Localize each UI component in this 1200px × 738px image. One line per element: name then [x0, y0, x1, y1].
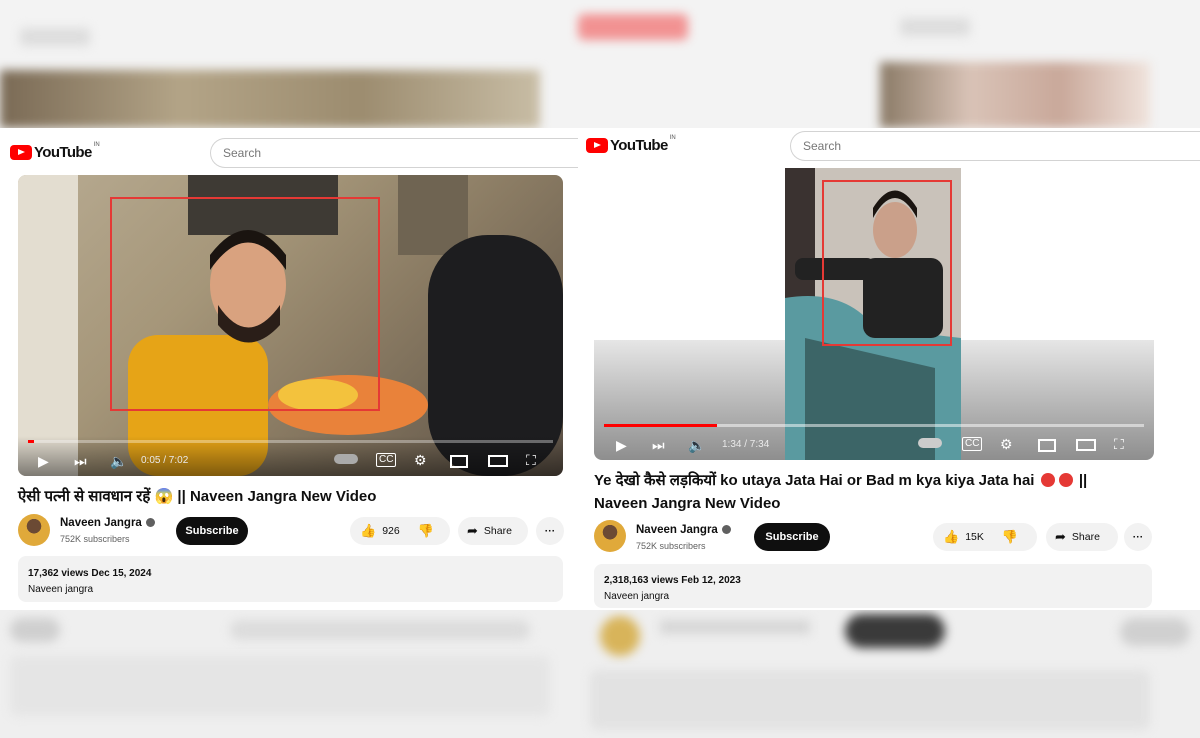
youtube-play-icon: [10, 145, 32, 160]
cc-icon[interactable]: CC: [962, 437, 983, 451]
like-icon[interactable]: 👍: [360, 523, 376, 539]
left-screenshot: YouTube IN Search ▶ ⏭ 🔈 0:05 / 7:02 CC ⚙…: [0, 128, 578, 610]
share-label: Share: [1071, 531, 1100, 543]
highlight-box: [110, 197, 380, 411]
video-title-line2: Naveen Jangra New Video: [594, 495, 781, 512]
dislike-icon[interactable]: 👎: [1002, 529, 1018, 545]
video-player[interactable]: ▶ ⏭ 🔈 1:34 / 7:34 CC ⚙ ⛶: [594, 168, 1154, 460]
channel-name-text: Naveen Jangra: [636, 524, 718, 536]
share-label: Share: [483, 525, 512, 537]
youtube-logo[interactable]: YouTube IN: [10, 142, 100, 161]
theater-icon[interactable]: [1076, 439, 1096, 451]
description-text: Naveen jangra: [604, 591, 670, 602]
progress-bar[interactable]: [604, 424, 1144, 427]
subscribe-button[interactable]: Subscribe: [176, 517, 248, 545]
player-controls: ▶ ⏭ 🔈 1:34 / 7:34 CC ⚙ ⛶: [594, 420, 1154, 460]
more-icon[interactable]: ···: [1124, 523, 1152, 551]
verified-icon: [721, 525, 731, 535]
subscribe-button[interactable]: Subscribe: [754, 523, 830, 551]
avatar[interactable]: [18, 514, 50, 546]
verified-icon: [145, 518, 155, 528]
youtube-logo[interactable]: YouTube IN: [586, 135, 676, 154]
title-separator: ||: [1078, 472, 1088, 489]
channel-name[interactable]: Naveen Jangra: [636, 524, 731, 536]
region-label: IN: [93, 142, 100, 148]
share-button[interactable]: ➦ Share: [1046, 523, 1118, 551]
region-label: IN: [669, 135, 676, 141]
red-emoji-icon: [1040, 473, 1055, 487]
cc-icon[interactable]: CC: [376, 453, 397, 467]
video-title: Ye देखो कैसे लड़कियों ko utaya Jata Hai …: [594, 469, 1154, 515]
like-dislike-group: 👍 926 👎: [350, 517, 450, 545]
next-icon[interactable]: ⏭: [652, 437, 665, 453]
red-emoji-icon: [1058, 473, 1073, 487]
share-icon: ➦: [467, 523, 478, 538]
settings-icon[interactable]: ⚙: [1000, 436, 1013, 452]
play-icon[interactable]: ▶: [38, 453, 49, 469]
fullscreen-icon[interactable]: ⛶: [1114, 436, 1124, 452]
video-title: ऐसी पत्नी से सावधान रहें 😱 || Naveen Jan…: [18, 488, 377, 505]
highlight-box: [822, 180, 952, 346]
search-input[interactable]: Search: [210, 138, 578, 168]
search-input[interactable]: Search: [790, 131, 1200, 161]
like-count[interactable]: 15K: [965, 531, 984, 543]
miniplayer-icon[interactable]: [1038, 439, 1056, 452]
next-icon[interactable]: ⏭: [74, 453, 87, 469]
right-screenshot: YouTube IN Search ▶ ⏭ 🔈 1:34 / 7:34 CC ⚙…: [578, 128, 1200, 610]
channel-name[interactable]: Naveen Jangra: [60, 517, 155, 529]
views-date: 17,362 views Dec 15, 2024: [28, 568, 152, 579]
progress-fill: [604, 424, 717, 427]
description-text: Naveen jangra: [28, 584, 94, 595]
settings-icon[interactable]: ⚙: [414, 452, 427, 468]
time-display: 1:34 / 7:34: [722, 439, 770, 450]
youtube-wordmark: YouTube: [34, 144, 92, 161]
play-icon[interactable]: ▶: [616, 437, 627, 453]
blurred-bottom-strip: [0, 610, 1200, 738]
like-dislike-group: 👍 15K 👎: [933, 523, 1037, 551]
fullscreen-icon[interactable]: ⛶: [526, 452, 536, 468]
like-count[interactable]: 926: [382, 525, 400, 537]
views-date: 2,318,163 views Feb 12, 2023: [604, 575, 741, 586]
autoplay-toggle[interactable]: [334, 454, 358, 464]
youtube-wordmark: YouTube: [610, 137, 668, 154]
dislike-icon[interactable]: 👎: [418, 523, 434, 539]
description-box[interactable]: 2,318,163 views Feb 12, 2023 Naveen jang…: [594, 564, 1152, 608]
search-placeholder: Search: [223, 146, 262, 160]
search-placeholder: Search: [803, 139, 842, 153]
time-display: 0:05 / 7:02: [141, 455, 189, 466]
description-box[interactable]: 17,362 views Dec 15, 2024 Naveen jangra: [18, 556, 563, 602]
theater-icon[interactable]: [488, 455, 508, 467]
progress-bar[interactable]: [28, 440, 553, 443]
share-button[interactable]: ➦ Share: [458, 517, 528, 545]
youtube-play-icon: [586, 138, 608, 153]
miniplayer-icon[interactable]: [450, 455, 468, 468]
subscriber-count: 752K subscribers: [60, 534, 130, 544]
share-icon: ➦: [1055, 529, 1066, 544]
player-controls: ▶ ⏭ 🔈 0:05 / 7:02 CC ⚙ ⛶: [18, 436, 563, 476]
blurred-top-strip: [0, 0, 1200, 128]
volume-icon[interactable]: 🔈: [110, 453, 127, 469]
subscriber-count: 752K subscribers: [636, 541, 706, 551]
video-player[interactable]: ▶ ⏭ 🔈 0:05 / 7:02 CC ⚙ ⛶: [18, 175, 563, 476]
progress-fill: [28, 440, 34, 443]
more-icon[interactable]: ···: [536, 517, 564, 545]
volume-icon[interactable]: 🔈: [688, 437, 705, 453]
video-title-line1: Ye देखो कैसे लड़कियों ko utaya Jata Hai …: [594, 472, 1035, 489]
like-icon[interactable]: 👍: [943, 529, 959, 545]
avatar[interactable]: [594, 520, 626, 552]
channel-name-text: Naveen Jangra: [60, 517, 142, 529]
autoplay-toggle[interactable]: [918, 438, 942, 448]
